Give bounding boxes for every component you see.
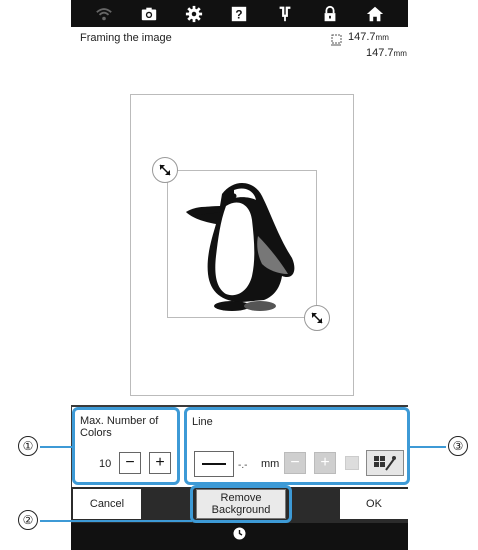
resize-handle-top-left-icon[interactable] bbox=[152, 157, 178, 183]
callout-box-line bbox=[184, 407, 410, 485]
callout-number-3: ③ bbox=[448, 436, 468, 456]
lock-icon[interactable] bbox=[319, 4, 341, 24]
callout-box-max-colors bbox=[72, 407, 180, 485]
help-icon[interactable]: ? bbox=[228, 4, 250, 24]
callout-box-remove-background bbox=[190, 485, 292, 523]
cancel-button[interactable]: Cancel bbox=[73, 489, 141, 519]
callout-number-2: ② bbox=[18, 510, 38, 530]
height-readout: 147.7mm bbox=[366, 47, 407, 59]
needle-icon[interactable] bbox=[274, 4, 296, 24]
callout-line-1 bbox=[40, 446, 74, 448]
resize-handle-bottom-right-icon[interactable] bbox=[304, 305, 330, 331]
embroidery-size-icon bbox=[330, 33, 342, 46]
top-toolbar: ? bbox=[71, 0, 408, 27]
svg-text:?: ? bbox=[236, 8, 243, 21]
camera-icon[interactable] bbox=[138, 4, 160, 24]
page-title: Framing the image bbox=[80, 32, 172, 44]
callout-number-1: ① bbox=[18, 436, 38, 456]
callout-line-3 bbox=[410, 446, 446, 448]
width-readout: 147.7mm bbox=[348, 31, 389, 43]
penguin-image bbox=[182, 176, 302, 316]
callout-line-2 bbox=[40, 520, 192, 522]
ok-button[interactable]: OK bbox=[340, 489, 408, 519]
settings-icon[interactable] bbox=[183, 4, 205, 24]
home-icon[interactable] bbox=[364, 4, 386, 24]
wifi-icon[interactable] bbox=[93, 4, 115, 24]
clock-icon[interactable] bbox=[233, 527, 246, 540]
